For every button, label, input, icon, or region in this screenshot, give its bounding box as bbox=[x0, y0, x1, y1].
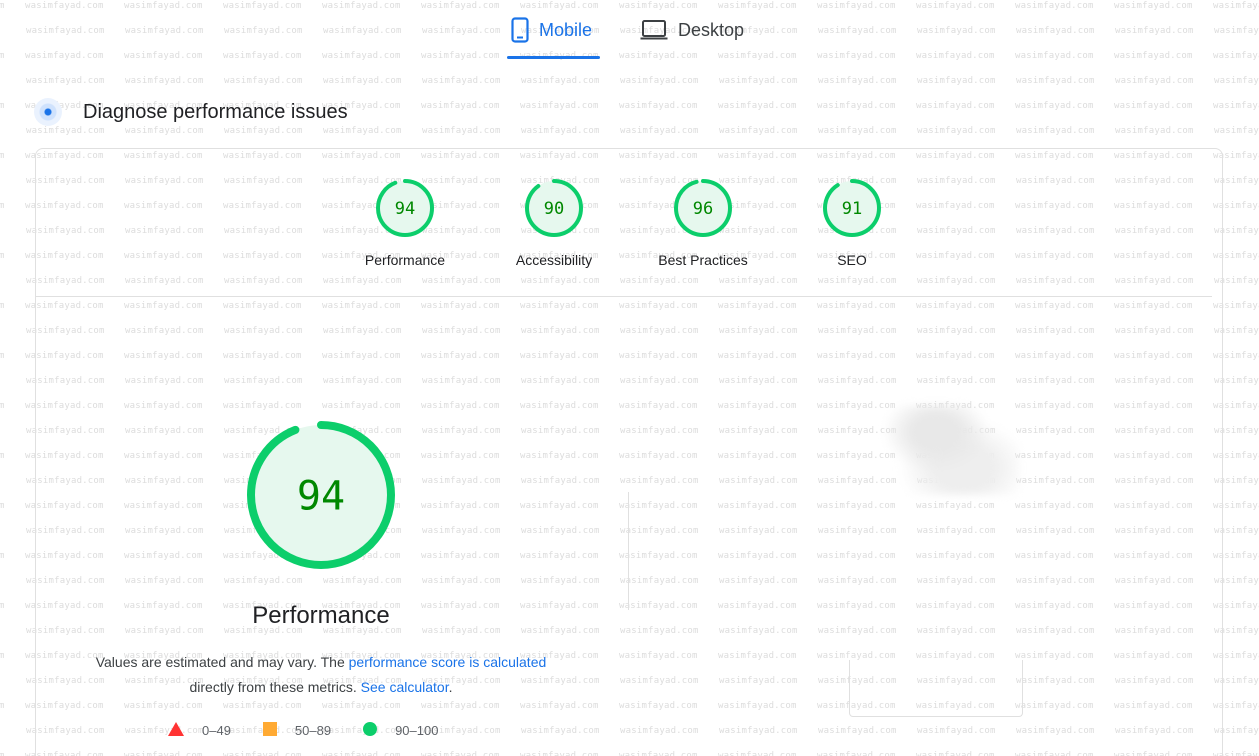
card-divider bbox=[36, 296, 1212, 297]
gauge-accessibility[interactable]: 90 Accessibility bbox=[494, 178, 614, 268]
tab-desktop-label: Desktop bbox=[678, 19, 745, 40]
legend-fail: 0–49 bbox=[168, 722, 231, 739]
see-calculator-link[interactable]: See calculator bbox=[361, 679, 449, 695]
tab-mobile[interactable]: Mobile bbox=[505, 10, 600, 59]
gauge-value: 90 bbox=[544, 199, 564, 219]
legend-range: 90–100 bbox=[395, 723, 439, 738]
legend-pass: 90–100 bbox=[363, 722, 438, 739]
circle-icon bbox=[363, 722, 378, 739]
blurred-preview bbox=[880, 405, 1020, 495]
gauge-ring: 91 bbox=[823, 179, 881, 237]
gauge-ring: 90 bbox=[525, 179, 583, 237]
device-tabs: Mobile Desktop bbox=[505, 10, 744, 60]
score-legend: 0–49 50–89 90–100 bbox=[168, 722, 470, 739]
gauge-label: Accessibility bbox=[515, 252, 593, 268]
gauge-ring: 94 bbox=[376, 179, 434, 237]
gauge-seo[interactable]: 91 SEO bbox=[792, 178, 912, 268]
note-text: . bbox=[448, 679, 453, 695]
gauge-value: 94 bbox=[297, 473, 345, 519]
square-icon bbox=[262, 722, 277, 739]
gauge-value: 94 bbox=[395, 199, 415, 219]
gauge-ring: 96 bbox=[674, 179, 732, 237]
score-gauges: 94 Performance 90 Accessibility 96 Best Pract… bbox=[0, 178, 1259, 278]
pulse-dot-icon bbox=[34, 98, 62, 126]
gauge-performance[interactable]: 94 Performance bbox=[345, 178, 465, 268]
performance-gauge-large: 94 bbox=[246, 420, 396, 570]
smartphone-icon bbox=[511, 17, 529, 43]
legend-average: 50–89 bbox=[262, 722, 332, 739]
note-text: Values are estimated and may vary. The bbox=[95, 654, 349, 670]
gauge-label: SEO bbox=[837, 252, 867, 268]
performance-score-link[interactable]: performance score is calculated bbox=[349, 654, 547, 670]
gauge-value: 91 bbox=[842, 199, 862, 219]
gauge-value: 96 bbox=[693, 199, 713, 219]
laptop-icon bbox=[640, 19, 668, 41]
score-note: Values are estimated and may vary. The p… bbox=[60, 650, 582, 700]
gauge-label: Best Practices bbox=[658, 252, 748, 268]
legend-range: 0–49 bbox=[202, 723, 231, 738]
section-title: Diagnose performance issues bbox=[83, 100, 348, 123]
note-text: directly from these metrics. bbox=[189, 679, 361, 695]
gauge-best-practices[interactable]: 96 Best Practices bbox=[643, 178, 763, 268]
diagnose-heading: Diagnose performance issues bbox=[34, 98, 348, 126]
tab-active-indicator bbox=[507, 56, 600, 59]
performance-gauge-label: Performance bbox=[252, 602, 390, 629]
legend-range: 50–89 bbox=[294, 723, 332, 738]
triangle-icon bbox=[168, 722, 184, 739]
gauge-label: Performance bbox=[364, 252, 446, 268]
tab-mobile-label: Mobile bbox=[539, 19, 593, 40]
metrics-divider bbox=[628, 492, 629, 610]
screenshot-frame bbox=[849, 660, 1023, 717]
tab-desktop[interactable]: Desktop bbox=[640, 10, 744, 50]
